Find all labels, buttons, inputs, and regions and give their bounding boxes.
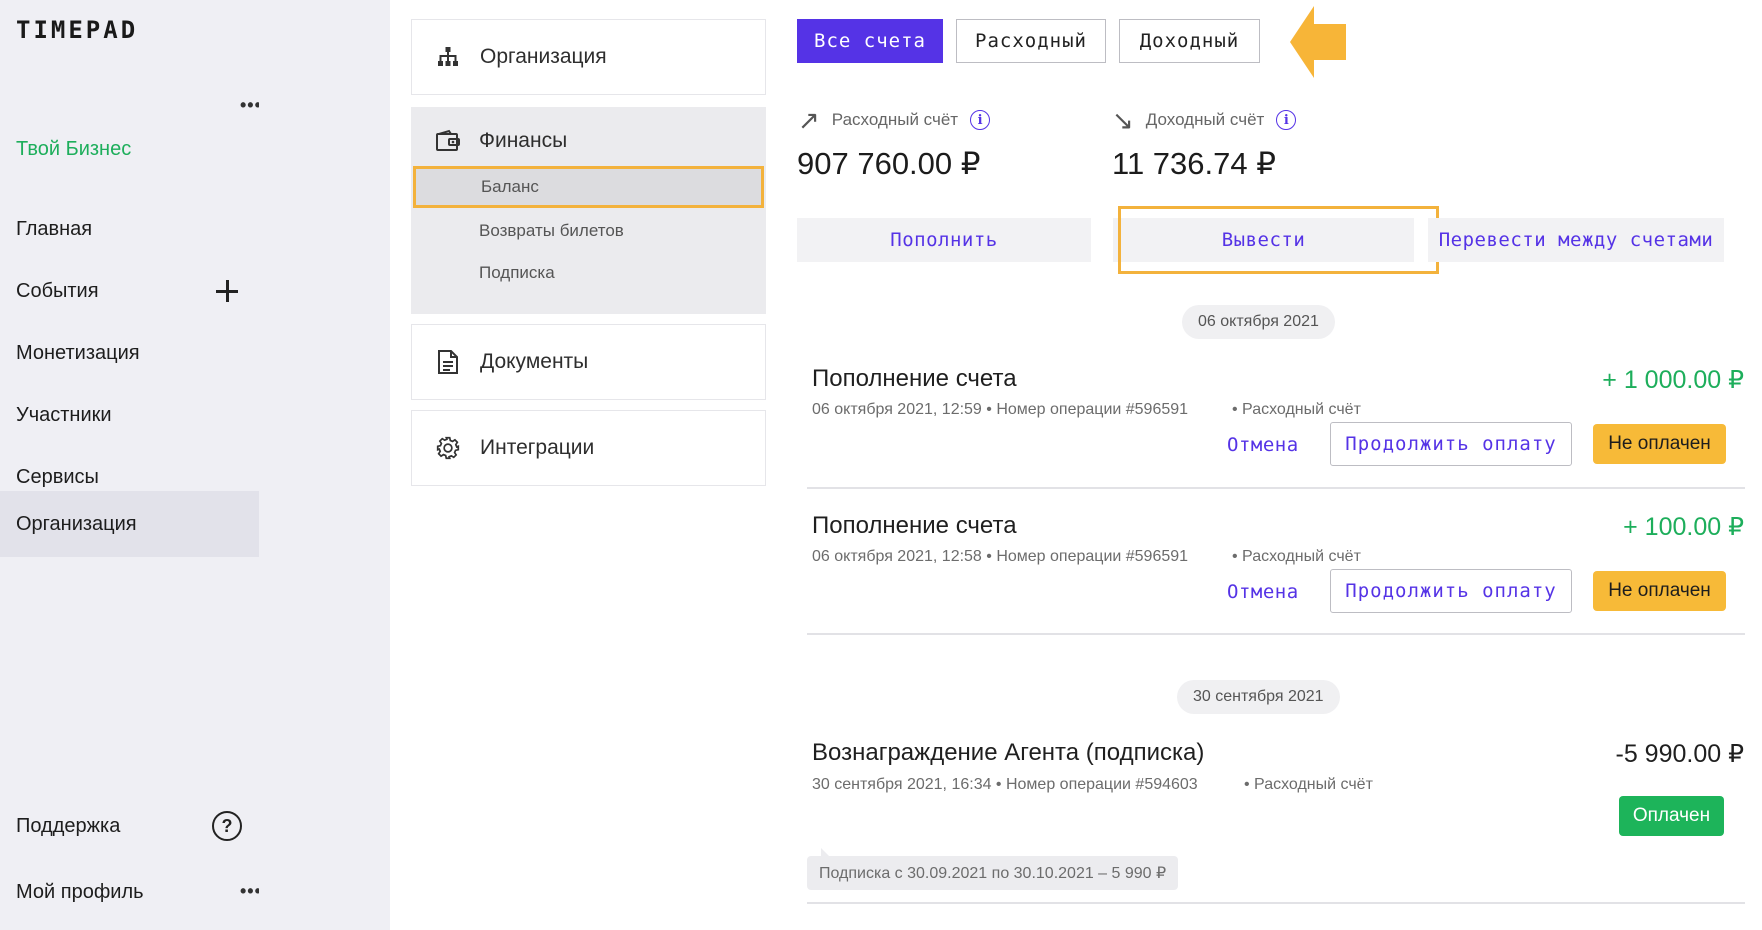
subscription-note: Подписка с 30.09.2021 по 30.10.2021 – 5 … bbox=[807, 848, 1179, 890]
sidebar-item-label: Монетизация bbox=[16, 341, 140, 364]
date-separator: 06 октября 2021 bbox=[1182, 305, 1335, 339]
info-icon[interactable]: i bbox=[970, 110, 991, 130]
nav-documents[interactable]: Документы bbox=[411, 324, 766, 400]
sidebar-item-label: Твой Бизнес bbox=[16, 137, 132, 160]
sidebar-item-label: Организация bbox=[16, 512, 137, 535]
help-icon[interactable]: ? bbox=[212, 811, 242, 841]
sidebar-item-support[interactable]: Поддержка ? bbox=[0, 793, 259, 859]
sidebar-item-business[interactable]: Твой Бизнес bbox=[0, 116, 259, 182]
pointer-arrow-icon bbox=[1290, 6, 1346, 78]
topup-button[interactable]: Пополнить bbox=[797, 218, 1091, 262]
nav-balance[interactable]: Баланс bbox=[413, 166, 764, 208]
arrow-up-right-icon: ↗ bbox=[798, 105, 820, 135]
sidebar-item-events[interactable]: События bbox=[0, 258, 259, 324]
nav-subscription[interactable]: Подписка bbox=[411, 253, 766, 293]
gear-icon bbox=[436, 436, 460, 460]
transaction-title: Пополнение счета bbox=[812, 512, 1017, 539]
transaction-amount: -5 990.00 ₽ bbox=[1615, 740, 1745, 768]
status-badge: Оплачен bbox=[1619, 796, 1724, 836]
nav-integrations[interactable]: Интеграции bbox=[411, 410, 766, 486]
org-structure-icon bbox=[436, 45, 460, 69]
transaction-meta: 06 октября 2021, 12:58 • Номер операции … bbox=[812, 548, 1189, 565]
transaction-amount: + 1 000.00 ₽ bbox=[1602, 366, 1744, 394]
wallet-icon bbox=[435, 129, 461, 153]
sidebar-item-label: Участники bbox=[16, 403, 112, 426]
sidebar-item-label: Мой профиль bbox=[16, 880, 144, 903]
nav-finance-label: Финансы bbox=[479, 129, 568, 152]
income-account-label: ↘ Доходный счёт i bbox=[1112, 105, 1297, 135]
cancel-link[interactable]: Отмена bbox=[1227, 581, 1299, 603]
nav-ticket-refunds[interactable]: Возвраты билетов bbox=[411, 211, 766, 251]
document-icon bbox=[436, 350, 460, 374]
filter-income[interactable]: Доходный bbox=[1119, 19, 1260, 63]
expense-balance: 907 760.00 ₽ bbox=[797, 146, 981, 181]
continue-payment-button[interactable]: Продолжить оплату bbox=[1330, 569, 1572, 613]
expense-account-label: ↗ Расходный счёт i bbox=[798, 105, 991, 135]
sidebar-item-label: Главная bbox=[16, 217, 93, 240]
transaction-title: Вознаграждение Агента (подписка) bbox=[812, 739, 1205, 766]
transaction-meta: 06 октября 2021, 12:59 • Номер операции … bbox=[812, 401, 1189, 418]
sidebar-item-label: События bbox=[16, 279, 99, 302]
sidebar-item-home[interactable]: Главная bbox=[0, 196, 259, 262]
transaction-account: • Расходный счёт bbox=[1232, 548, 1361, 565]
nav-documents-label: Документы bbox=[480, 350, 589, 373]
sidebar-item-label: Сервисы bbox=[16, 465, 99, 488]
add-event-icon[interactable] bbox=[215, 279, 239, 303]
nav-organization-label: Организация bbox=[480, 45, 607, 68]
nav-ticket-refunds-label: Возвраты билетов bbox=[479, 221, 624, 240]
sidebar-gutter bbox=[259, 0, 390, 930]
sidebar-item-participants[interactable]: Участники bbox=[0, 382, 259, 448]
status-badge: Не оплачен bbox=[1593, 571, 1726, 611]
cancel-link[interactable]: Отмена bbox=[1227, 434, 1299, 456]
status-badge: Не оплачен bbox=[1593, 424, 1726, 464]
info-icon[interactable]: i bbox=[1276, 110, 1297, 130]
income-balance: 11 736.74 ₽ bbox=[1112, 146, 1276, 181]
filter-expense[interactable]: Расходный bbox=[956, 19, 1106, 63]
nav-finance-group: Финансы Баланс Возвраты билетов Подписка bbox=[411, 107, 766, 314]
date-separator: 30 сентября 2021 bbox=[1177, 680, 1340, 714]
transaction-account: • Расходный счёт bbox=[1232, 401, 1361, 418]
nav-finance[interactable]: Финансы bbox=[435, 129, 567, 153]
arrow-down-right-icon: ↘ bbox=[1112, 105, 1134, 135]
continue-payment-button[interactable]: Продолжить оплату bbox=[1330, 422, 1572, 466]
expense-account-title: Расходный счёт bbox=[831, 110, 959, 129]
nav-organization[interactable]: Организация bbox=[411, 19, 766, 95]
transaction-amount: + 100.00 ₽ bbox=[1623, 513, 1744, 541]
filter-all-accounts[interactable]: Все счета bbox=[797, 19, 943, 63]
row-divider bbox=[807, 633, 1745, 635]
sidebar-item-profile[interactable]: Мой профиль bbox=[0, 859, 259, 925]
nav-balance-label: Баланс bbox=[481, 177, 539, 196]
income-account-title: Доходный счёт bbox=[1145, 110, 1265, 129]
sidebar-item-organization[interactable]: Организация bbox=[0, 491, 259, 557]
nav-subscription-label: Подписка bbox=[479, 263, 555, 282]
nav-integrations-label: Интеграции bbox=[480, 436, 595, 459]
row-divider bbox=[807, 902, 1745, 904]
transaction-meta: 30 сентября 2021, 16:34 • Номер операции… bbox=[812, 776, 1198, 793]
main-sidebar: TIMEPAD ••• Твой Бизнес Главная События … bbox=[0, 0, 261, 930]
timepad-logo[interactable]: TIMEPAD bbox=[16, 16, 138, 44]
sidebar-item-monetization[interactable]: Монетизация bbox=[0, 320, 259, 386]
transaction-account: • Расходный счёт bbox=[1244, 776, 1373, 793]
transfer-button[interactable]: Перевести между счетами bbox=[1428, 218, 1724, 262]
transaction-title: Пополнение счета bbox=[812, 365, 1017, 392]
sidebar-item-label: Поддержка bbox=[16, 814, 121, 837]
withdraw-highlight bbox=[1118, 206, 1439, 274]
row-divider bbox=[807, 487, 1745, 489]
